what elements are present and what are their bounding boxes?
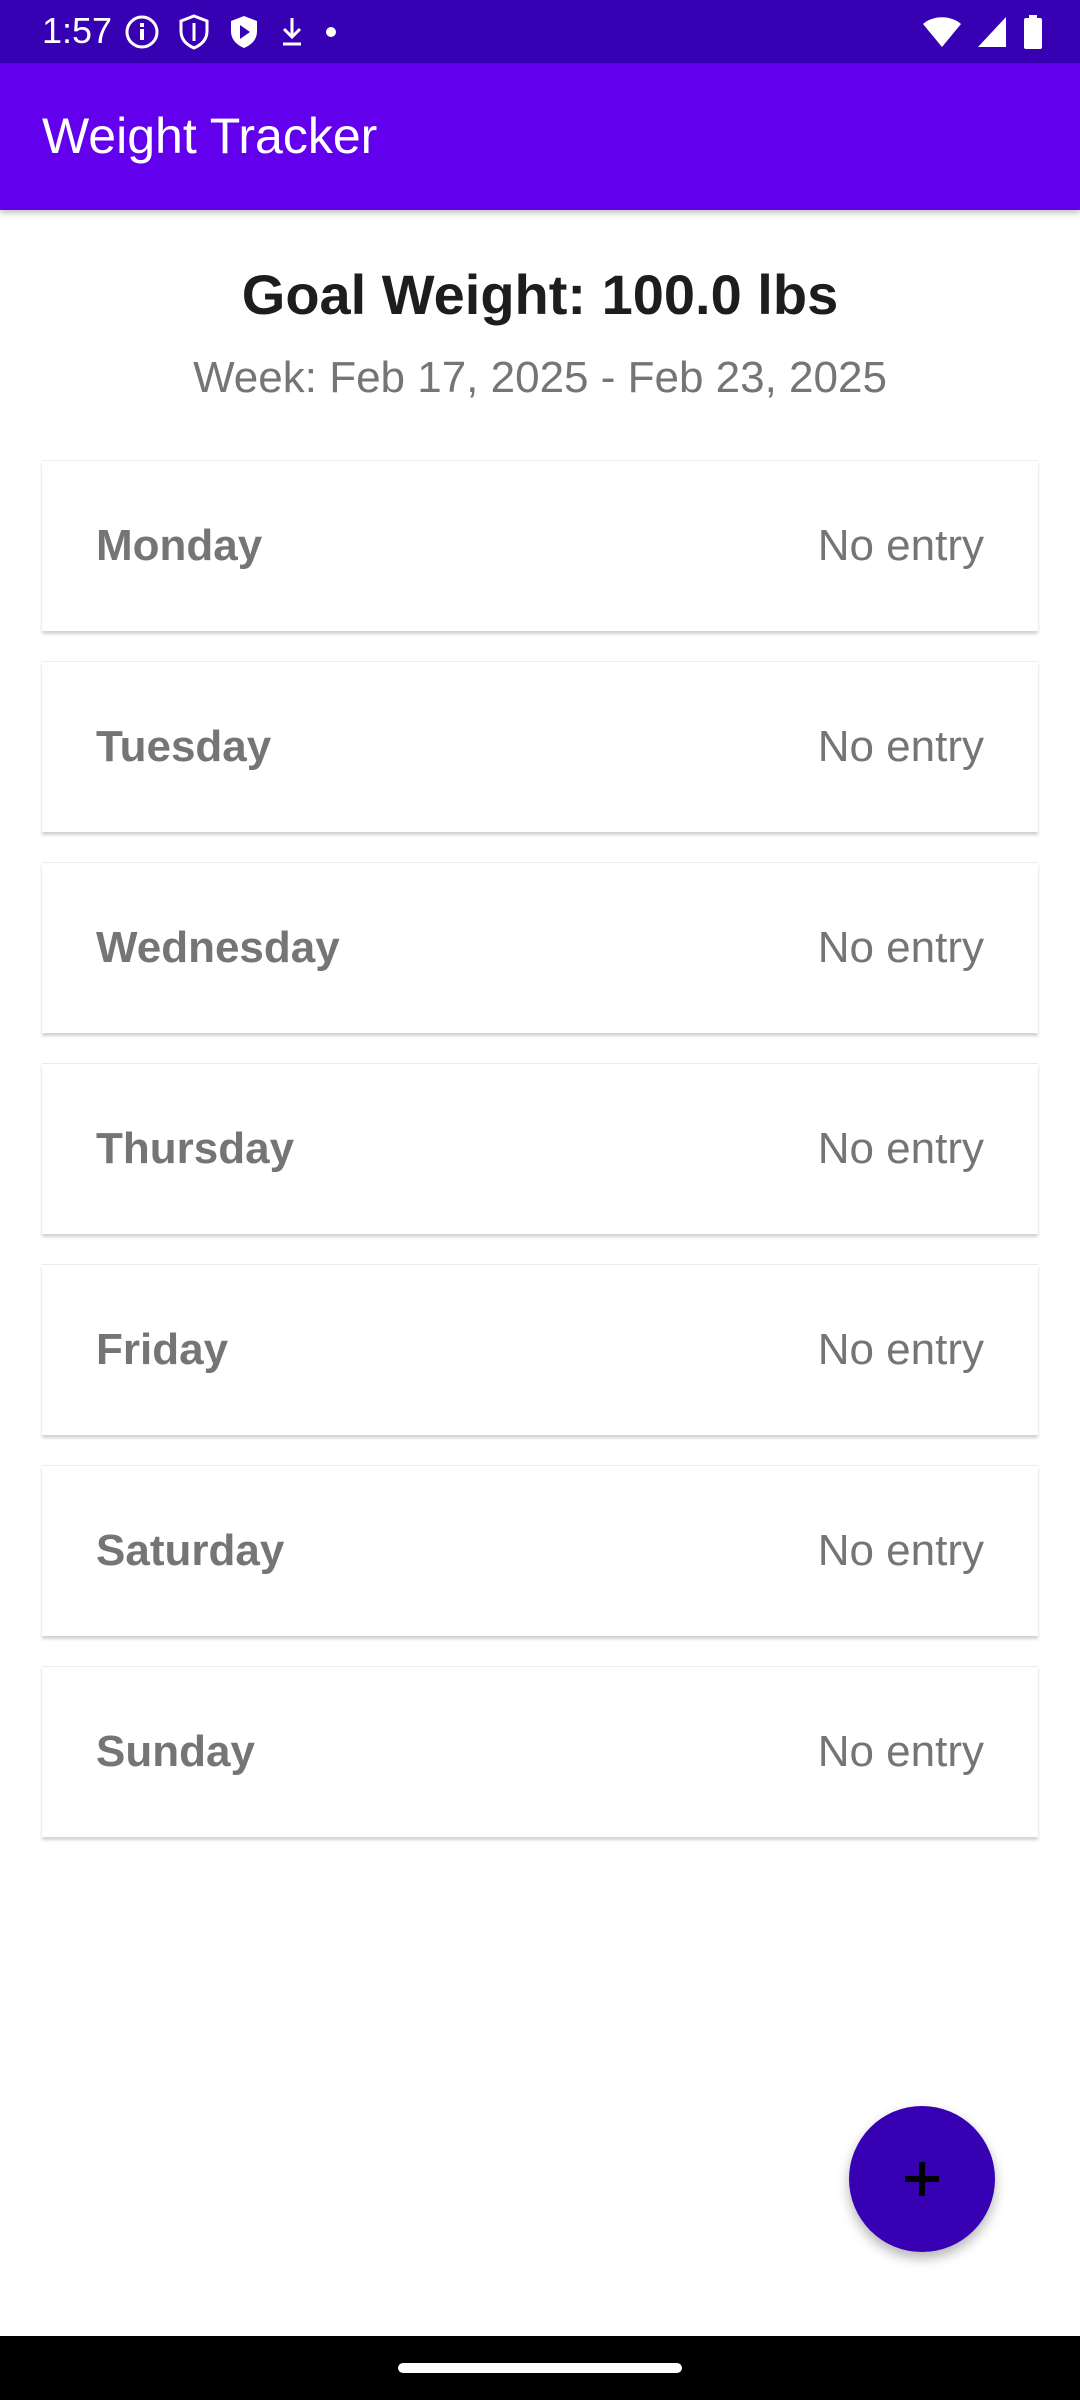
home-gesture-handle[interactable] — [398, 2363, 682, 2373]
status-notification-icons — [124, 12, 356, 52]
status-bar: 1:57 — [0, 0, 1080, 63]
day-weight-value: No entry — [817, 722, 984, 771]
day-weight-value: No entry — [817, 923, 984, 972]
day-card-wednesday[interactable]: Wednesday No entry — [42, 862, 1038, 1033]
day-weight-value: No entry — [817, 1526, 984, 1575]
day-name: Saturday — [96, 1526, 285, 1575]
day-card-thursday[interactable]: Thursday No entry — [42, 1063, 1038, 1234]
shield-icon — [179, 14, 209, 50]
day-name: Monday — [96, 521, 263, 570]
battery-icon — [1024, 15, 1042, 49]
goal-weight-title: Goal Weight: 100.0 lbs — [241, 263, 839, 326]
signal-icon — [978, 17, 1006, 47]
day-name: Tuesday — [96, 722, 272, 771]
status-time: 1:57 — [42, 10, 113, 51]
plus-icon — [905, 2162, 939, 2196]
day-name: Friday — [96, 1325, 229, 1374]
day-card-tuesday[interactable]: Tuesday No entry — [42, 661, 1038, 832]
day-name: Wednesday — [96, 923, 340, 972]
day-card-monday[interactable]: Monday No entry — [42, 460, 1038, 631]
shield-play-icon — [231, 16, 257, 48]
app-title: Weight Tracker — [42, 108, 378, 164]
day-name: Sunday — [96, 1727, 255, 1776]
dot-icon — [326, 27, 336, 37]
day-name: Thursday — [96, 1124, 295, 1173]
download-icon — [282, 18, 302, 46]
day-weight-value: No entry — [817, 1124, 984, 1173]
day-card-friday[interactable]: Friday No entry — [42, 1264, 1038, 1435]
add-weight-button[interactable] — [849, 2106, 995, 2252]
day-weight-value: No entry — [817, 1727, 984, 1776]
status-system-icons — [908, 12, 1044, 52]
week-range-label: Week: Feb 17, 2025 - Feb 23, 2025 — [193, 353, 887, 402]
day-weight-value: No entry — [817, 1325, 984, 1374]
day-card-sunday[interactable]: Sunday No entry — [42, 1666, 1038, 1837]
info-icon — [125, 15, 159, 49]
day-card-saturday[interactable]: Saturday No entry — [42, 1465, 1038, 1636]
navigation-bar — [0, 2336, 1080, 2400]
wifi-icon — [923, 17, 961, 47]
day-weight-value: No entry — [817, 521, 984, 570]
app-bar: Weight Tracker — [0, 63, 1080, 210]
